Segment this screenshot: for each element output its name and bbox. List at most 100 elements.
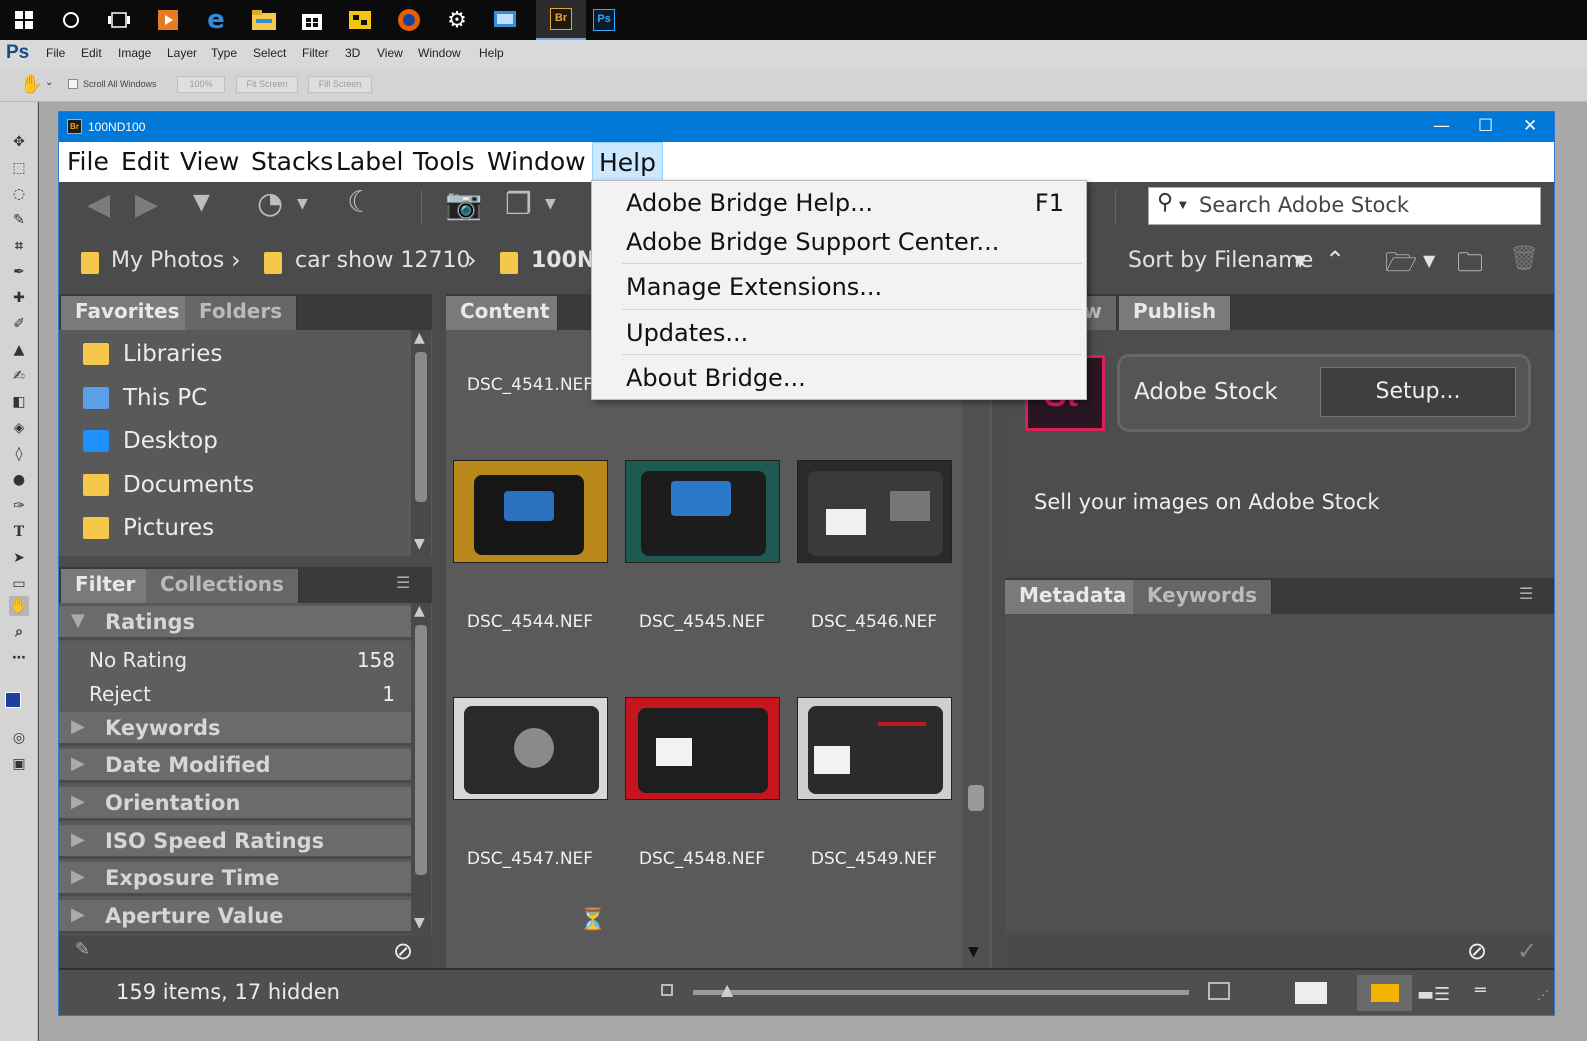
details-view-icon[interactable]: ▬☰ [1417,984,1450,1005]
folder-dropdown-icon[interactable]: ▼ [1423,251,1435,270]
copy-icon[interactable]: ❐ [505,187,532,222]
open-folder-icon[interactable]: 🗁 [1385,244,1417,288]
filter-keywords-header[interactable]: ▶ Keywords [59,712,411,746]
ps-menu-layer[interactable]: Layer [167,46,197,60]
marquee-tool-icon[interactable]: ⬚ [9,158,29,178]
clear-icon[interactable]: ⊘ [1467,937,1487,965]
small-thumbnail-icon[interactable] [661,984,673,996]
type-tool-icon[interactable]: T [9,522,29,542]
menu-window[interactable]: Window [487,147,586,176]
file-name[interactable]: DSC_4547.NEF [450,849,610,869]
foreground-color-swatch[interactable] [5,692,21,708]
thumbnail[interactable] [625,697,780,800]
history-brush-tool-icon[interactable]: ✍ [9,366,29,386]
photoshop-icon[interactable]: Ps [588,4,620,36]
menu-view[interactable]: View [180,147,239,176]
sort-ascending-icon[interactable]: ⌃ [1325,246,1345,274]
thumbnail-size-slider[interactable] [693,990,1189,995]
windows-icon[interactable] [8,4,40,36]
scroll-up-icon[interactable]: ▲ [414,603,425,619]
favorite-libraries[interactable]: Libraries [83,334,222,374]
scroll-down-icon[interactable]: ▼ [968,944,979,960]
search-dropdown-icon[interactable]: ▼ [1179,200,1187,211]
menu-stacks[interactable]: Stacks [251,147,333,176]
filter-item[interactable]: No Rating 158 [59,643,411,677]
tab-keywords[interactable]: Keywords [1133,580,1273,614]
menu-label[interactable]: Label [336,147,403,176]
menu-item-updates[interactable]: Updates... [626,319,748,347]
bridge-icon[interactable]: Br [536,0,586,40]
menu-item-manage-extensions[interactable]: Manage Extensions... [626,273,882,301]
scroll-down-icon[interactable]: ▼ [414,915,425,931]
zoom-100-button[interactable]: 100% [177,76,225,93]
checkmark-icon[interactable]: ✓ [1517,937,1537,965]
fill-screen-button[interactable]: Fill Screen [308,76,372,93]
path-select-tool-icon[interactable]: ➤ [9,548,29,568]
app-icon[interactable] [344,4,376,36]
fit-screen-button[interactable]: Fit Screen [236,76,298,93]
ps-menu-filter[interactable]: Filter [302,46,329,60]
search-input[interactable]: ⚲ ▼ Search Adobe Stock [1148,187,1541,225]
filter-scrollbar[interactable]: ▲ ▼ [411,603,431,935]
content-scrollbar[interactable]: ▼ [962,330,990,968]
recent-dropdown-icon[interactable]: ▼ [193,190,210,215]
favorite-pictures[interactable]: Pictures [83,508,214,548]
ps-menu-view[interactable]: View [377,46,403,60]
firefox-icon[interactable] [393,4,425,36]
favorites-scrollbar[interactable]: ▲ ▼ [411,330,431,556]
tab-collections[interactable]: Collections [146,569,299,603]
lasso-tool-icon[interactable]: ◌ [9,184,29,204]
filter-date-modified-header[interactable]: ▶ Date Modified [59,749,411,783]
ps-menu-image[interactable]: Image [118,46,151,60]
minimize-icon[interactable]: — [1433,116,1450,136]
ps-menu-window[interactable]: Window [418,46,461,60]
close-icon[interactable]: ✕ [1523,116,1537,136]
zoom-tool-icon[interactable]: ⌕ [9,622,29,642]
ps-menu-3d[interactable]: 3D [345,46,360,60]
scroll-down-icon[interactable]: ▼ [414,536,425,552]
favorite-desktop[interactable]: Desktop [83,421,218,461]
ps-menu-help[interactable]: Help [479,46,504,60]
thumbnail[interactable] [453,460,608,563]
slider-handle-icon[interactable]: ▲ [721,980,733,999]
eyedropper-tool-icon[interactable]: ✒ [9,262,29,282]
grid-lock-icon[interactable] [1295,982,1327,1004]
tab-favorites[interactable]: Favorites [61,296,195,330]
breadcrumb-item[interactable]: car show 12710 [295,248,470,273]
menu-edit[interactable]: Edit [121,147,169,176]
resize-grip-icon[interactable]: ⋰ [1537,988,1549,1002]
filter-orientation-header[interactable]: ▶ Orientation [59,787,411,821]
back-arrow-icon[interactable]: ◀ [87,187,110,222]
list-view-icon[interactable]: ═ [1475,980,1486,1001]
quick-mask-icon[interactable]: ◎ [9,728,29,748]
edge-icon[interactable]: e [200,4,232,36]
scrollbar-thumb[interactable] [415,352,427,502]
panel-menu-icon[interactable]: ☰ [396,573,410,592]
filter-exposure-header[interactable]: ▶ Exposure Time [59,862,411,896]
scrollbar-thumb[interactable] [968,785,984,811]
task-view-icon[interactable] [103,4,135,36]
copy-dropdown-icon[interactable]: ▼ [545,196,556,212]
cortana-icon[interactable] [55,4,87,36]
hand-tool-icon[interactable]: ✋ [20,74,42,95]
quick-select-tool-icon[interactable]: ✎ [9,210,29,230]
brush-tool-icon[interactable]: ✐ [9,314,29,334]
file-name[interactable]: DSC_4546.NEF [794,612,954,632]
breadcrumb-current[interactable]: 100N [531,248,595,273]
ps-menu-edit[interactable]: Edit [81,46,102,60]
media-icon[interactable] [152,4,184,36]
crop-tool-icon[interactable]: ⌗ [9,236,29,256]
filter-item[interactable]: Reject 1 [59,677,411,711]
rectangle-tool-icon[interactable]: ▭ [9,574,29,594]
store-icon[interactable] [296,4,328,36]
sort-dropdown[interactable]: Sort by Filename [1128,248,1313,273]
breadcrumb-item[interactable]: My Photos [111,248,224,273]
blur-tool-icon[interactable]: ◊ [9,444,29,464]
forward-arrow-icon[interactable]: ▶ [135,187,158,222]
network-icon[interactable] [489,4,521,36]
filter-ratings-header[interactable]: ▼ Ratings [59,606,411,640]
favorite-documents[interactable]: Documents [83,465,254,505]
sort-dropdown-icon[interactable]: ▼ [1294,251,1306,270]
tab-filter[interactable]: Filter [61,569,151,603]
healing-tool-icon[interactable]: ✚ [9,288,29,308]
